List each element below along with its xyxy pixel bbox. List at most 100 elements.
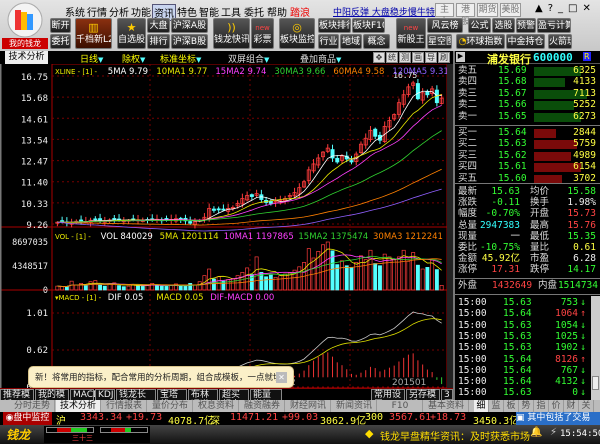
trade-button[interactable]: 委托 [50, 34, 71, 49]
tab-hk-stocks[interactable]: 港股 [456, 3, 475, 27]
candle-body [335, 157, 340, 163]
tab-3[interactable]: 量价分布 [148, 400, 193, 412]
news-scroll[interactable]: 钱龙早盘精华资讯：及时获悉市场 [380, 428, 530, 443]
menu-analysis[interactable]: 分析 [109, 4, 129, 19]
tab-futures[interactable]: 期货 [477, 3, 498, 17]
collapse-icon[interactable]: ▲ [535, 3, 548, 14]
divider [455, 183, 600, 184]
tick-scrollbar[interactable] [591, 296, 600, 400]
tab-4[interactable]: 权息资料 [194, 400, 239, 412]
pl-calc-button[interactable]: 盈亏计算 [537, 18, 571, 33]
rocket-button[interactable]: 火箭玩 [548, 34, 572, 49]
cicc-button[interactable]: 中金持仓 [506, 34, 545, 49]
side-tab-7[interactable]: 关 [579, 400, 594, 412]
move-icon[interactable]: ✥ [373, 52, 385, 63]
side-tab-0[interactable]: 细 [474, 400, 489, 412]
price-tick: 13.54 [21, 136, 48, 146]
menu-tools[interactable]: 工具 [221, 4, 241, 19]
industry-dropdown[interactable]: 行业 [318, 34, 339, 49]
tick-direction-icon: ↓ [580, 387, 586, 399]
tab-technical-analysis[interactable]: 技术分析 [5, 51, 48, 64]
tab-0[interactable]: 分时走势 [10, 400, 55, 412]
ipo-label: 新股王 [397, 35, 425, 45]
alert-button[interactable]: 预警 [516, 18, 536, 33]
disconnect-button[interactable]: 断开 [50, 18, 71, 33]
block-f10-button[interactable]: 板块F10 [352, 18, 385, 33]
ipo-button[interactable]: new 新股王 [396, 18, 426, 49]
menu-function[interactable]: 功能 [131, 4, 151, 19]
dapan-dropdown[interactable]: 大盘 [147, 18, 170, 33]
bid-row: 买四 15.61 6154 [458, 161, 598, 173]
scrollbar-thumb[interactable] [592, 376, 599, 390]
side-tab-5[interactable]: 价 [549, 400, 564, 412]
global-index-button[interactable]: ◔环球指数 [456, 34, 505, 49]
watchlist-button[interactable]: ★ 自选股 [117, 18, 146, 49]
tick-time: 15:00 [458, 387, 487, 399]
export-tool[interactable]: 导 [425, 52, 437, 63]
starmap-button[interactable]: 星空图 [427, 34, 452, 49]
minimize-icon[interactable]: _ [558, 3, 568, 14]
intraday-monitor-button[interactable]: ◉盘中监控 [3, 412, 52, 425]
menu-promo[interactable]: 踏浪 [290, 4, 310, 19]
menu-smart[interactable]: 智能 [199, 4, 219, 19]
block-rank-button[interactable]: 板块排行 [318, 18, 351, 33]
block-monitor-button[interactable]: ◎ 板块监控 [279, 18, 315, 49]
tab-us-stocks[interactable]: 美股 [500, 3, 521, 17]
my-qianlong-logo[interactable]: 我的钱龙 [2, 2, 48, 49]
tab-7[interactable]: 新闻资讯 [332, 400, 377, 412]
news-ticker[interactable]: ▣ 其中包括了交易 [516, 412, 600, 425]
candle-body [93, 218, 98, 221]
tab-1[interactable]: 技术分析 [56, 400, 101, 412]
menu-trade[interactable]: 委托 [244, 4, 264, 19]
tab-2[interactable]: 行情报表 [102, 400, 147, 412]
connection-icon[interactable]: ⚡ [550, 427, 557, 438]
side-tab-3[interactable]: 势 [519, 400, 534, 412]
close-icon[interactable]: ✕ [582, 3, 595, 14]
fengyun-button[interactable]: 风云榜 [427, 18, 463, 33]
menu-help[interactable]: 帮助 [267, 4, 287, 19]
menu-system[interactable]: 系统 [65, 4, 85, 19]
dropdown-arrow-icon: ▼ [336, 56, 342, 64]
news-flash-button[interactable]: )) 钱龙快讯 [213, 18, 250, 49]
side-tab-4[interactable]: 指 [534, 400, 549, 412]
stat-label: 跌停 [530, 264, 550, 276]
help-icon[interactable]: ? [548, 3, 558, 14]
menu-quotes[interactable]: 行情 [87, 4, 107, 19]
tooltip-close-icon[interactable]: ✕ [276, 372, 287, 383]
lottery-button[interactable]: new 彩票 [251, 18, 274, 49]
tab-9[interactable]: 基本资料 [424, 400, 469, 412]
tab-8[interactable]: F10 [378, 400, 423, 412]
bell-icon[interactable]: 🔔 [530, 427, 542, 438]
headline-link[interactable]: 中阳反弹 大盘稳步慢牛特征 [333, 5, 444, 18]
stock-pick-button[interactable]: 选股 [492, 18, 515, 33]
refresh-tool[interactable]: 刷 [438, 52, 450, 63]
bid-row: 买一 15.64 2844 [458, 127, 598, 139]
menu-featured[interactable]: 特色 [177, 4, 197, 19]
volume-bar [425, 267, 430, 291]
tab-5[interactable]: 融资融券 [240, 400, 285, 412]
tick-direction-icon: ↓ [580, 342, 586, 354]
draw-tool[interactable]: 画 [412, 52, 424, 63]
measure-tool[interactable]: 测 [399, 52, 411, 63]
technical-chart[interactable]: 16.75 15.68 14.61 13.54 12.47 11.40 10.33 9.26 1… [0, 64, 453, 388]
side-tab-2[interactable]: 板 [504, 400, 519, 412]
stats-tool[interactable]: 统 [386, 52, 398, 63]
concept-dropdown[interactable]: 概念 [363, 34, 390, 49]
tab-6[interactable]: 财经网讯 [286, 400, 331, 412]
level-label: 卖三 [458, 87, 478, 99]
side-tab-1[interactable]: 监 [489, 400, 504, 412]
rank-dropdown[interactable]: 排行 [147, 34, 170, 49]
hs-b-dropdown[interactable]: 沪深B股 [171, 34, 208, 49]
side-tab-6[interactable]: 财 [564, 400, 579, 412]
volume-bar [83, 285, 88, 291]
tick-row: 15:00 15.63 1025 ↓ [458, 331, 598, 343]
hs-a-dropdown[interactable]: 沪深A股 [171, 18, 208, 33]
maximize-icon[interactable]: □ [568, 3, 582, 14]
l2-button[interactable]: ▥ 千档新L2 [75, 18, 112, 49]
region-dropdown[interactable]: 地域 [340, 34, 362, 49]
formula-button[interactable]: 公式 [468, 18, 491, 33]
expand-icon[interactable]: ▶ [456, 52, 465, 62]
volume-bar [178, 285, 183, 291]
tab-main-force[interactable]: 主力 [435, 3, 454, 27]
volume-bar [373, 263, 378, 291]
